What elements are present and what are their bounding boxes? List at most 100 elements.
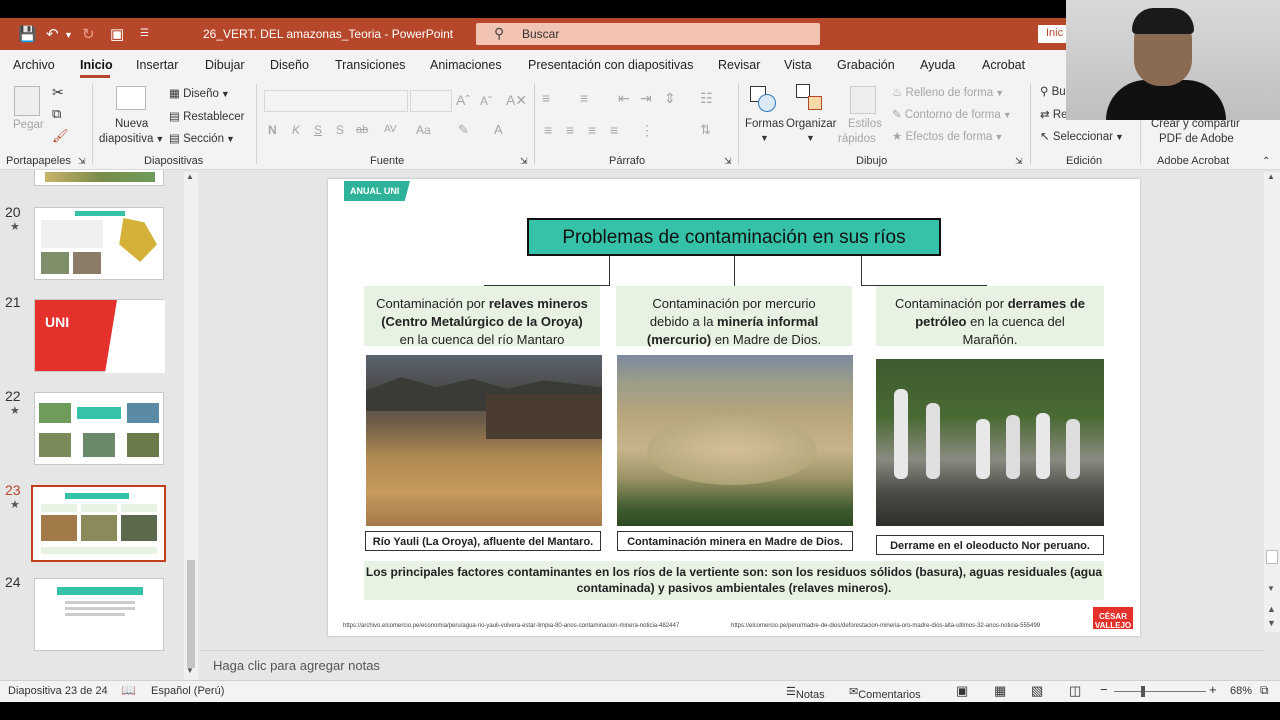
create-pdf-button[interactable]: PDF de Adobe [1159, 133, 1234, 145]
copy-icon[interactable]: ⧉ [52, 106, 61, 122]
increase-font-icon[interactable]: Aˆ [456, 92, 470, 108]
text-box-relaves[interactable]: Contaminación por relaves mineros (Centr… [364, 286, 600, 347]
scroll-down-icon[interactable]: ▼ [186, 666, 194, 675]
reading-view-icon[interactable]: ▧ [1031, 683, 1043, 699]
spacing-button[interactable]: AV [384, 124, 397, 135]
caption-madre-de-dios[interactable]: Contaminación minera en Madre de Dios. [617, 531, 853, 551]
italic-button[interactable]: K [292, 123, 300, 137]
text-box-mercurio[interactable]: Contaminación por mercurio debido a la m… [616, 286, 852, 347]
fit-to-window-icon[interactable]: ⧉ [1260, 683, 1269, 698]
new-slide-label-1[interactable]: Nueva [115, 118, 148, 130]
photo-madre-de-dios[interactable] [617, 355, 853, 526]
increase-indent-icon[interactable]: ⇥ [640, 90, 652, 107]
estilos-label-2[interactable]: rápidos [838, 133, 876, 145]
shape-effects-button[interactable]: ★ Efectos de forma ▼ [892, 129, 1003, 143]
source-link-2[interactable]: https://elcomercio.pe/peru/madre-de-dios… [731, 623, 1040, 629]
previous-slide-icon[interactable]: ▲ [1267, 604, 1276, 614]
scroll-up-icon[interactable]: ▲ [1267, 172, 1275, 181]
slide-sorter-icon[interactable]: ▦ [994, 683, 1006, 699]
reset-button[interactable]: ▤ Restablecer [169, 109, 244, 123]
notes-pane[interactable]: Haga clic para agregar notas [200, 650, 1264, 680]
dialog-launcher-icon[interactable]: ⇲ [520, 156, 528, 167]
tab-presentacion[interactable]: Presentación con diapositivas [528, 58, 693, 72]
tab-diseno[interactable]: Diseño [270, 58, 309, 72]
text-box-petroleo[interactable]: Contaminación por derrames de petróleo e… [876, 286, 1104, 347]
font-size-input[interactable] [410, 90, 452, 112]
search-box[interactable]: ⚲ Buscar [476, 23, 820, 45]
font-name-input[interactable] [264, 90, 408, 112]
section-button[interactable]: ▤ Sección ▼ [169, 131, 235, 145]
undo-icon[interactable]: ↶ [46, 25, 59, 43]
font-color-icon[interactable]: A [494, 122, 503, 137]
notes-button[interactable]: ☰ Notas [786, 685, 825, 701]
spellcheck-icon[interactable]: 📖 [121, 683, 136, 697]
language-indicator[interactable]: Español (Perú) [151, 685, 224, 697]
dialog-launcher-icon[interactable]: ⇲ [1015, 156, 1023, 167]
new-slide-icon[interactable] [116, 86, 146, 110]
tab-animaciones[interactable]: Animaciones [430, 58, 502, 72]
numbering-icon[interactable]: ≡ [580, 90, 588, 106]
present-from-start-icon[interactable]: ▣ [110, 25, 124, 43]
clear-format-icon[interactable]: A✕ [506, 92, 527, 109]
shape-outline-button[interactable]: ✎ Contorno de forma ▼ [892, 107, 1012, 121]
photo-rio-yauli[interactable] [366, 355, 602, 526]
shape-fill-button[interactable]: ♨ Relleno de forma ▼ [892, 85, 1004, 99]
thumbnail-slide-21[interactable]: UNI [34, 299, 165, 373]
underline-button[interactable]: S [314, 123, 322, 137]
format-painter-icon[interactable]: 🖌 [52, 128, 69, 144]
thumbnail-slide-23-selected[interactable] [31, 485, 166, 562]
normal-view-icon[interactable]: ▣ [956, 683, 968, 699]
columns-2-icon[interactable]: ⋮ [640, 122, 654, 139]
scrollbar-thumb[interactable] [187, 560, 195, 668]
tab-acrobat[interactable]: Acrobat [982, 58, 1025, 72]
tab-vista[interactable]: Vista [784, 58, 812, 72]
zoom-level[interactable]: 68% [1230, 685, 1252, 697]
collapse-ribbon-icon[interactable]: ⌃ [1262, 156, 1270, 167]
slide-scrollbar[interactable]: ▲ ▼ ▲ ▼ [1264, 172, 1280, 632]
shapes-icon[interactable] [750, 86, 776, 112]
tab-ayuda[interactable]: Ayuda [920, 58, 955, 72]
zoom-slider[interactable] [1114, 691, 1206, 692]
dialog-launcher-icon[interactable]: ⇲ [78, 156, 86, 167]
align-center-icon[interactable]: ≡ [566, 122, 574, 138]
bold-button[interactable]: N [268, 123, 277, 137]
tab-dibujar[interactable]: Dibujar [205, 58, 245, 72]
cut-icon[interactable]: ✂ [52, 84, 64, 101]
zoom-in-icon[interactable]: + [1209, 682, 1217, 697]
photo-derrame-oleoducto[interactable] [876, 359, 1104, 526]
customize-toolbar-icon[interactable]: ☰ [140, 28, 149, 39]
select-button[interactable]: ↖ Seleccionar ▼ [1040, 129, 1124, 143]
chevron-down-icon[interactable]: ▼ [806, 133, 815, 143]
strikethrough-button[interactable]: ab [356, 124, 368, 136]
arrange-icon[interactable] [796, 84, 824, 112]
align-left-icon[interactable]: ≡ [544, 122, 552, 138]
layout-button[interactable]: ▦ Diseño ▼ [169, 86, 230, 100]
tab-archivo[interactable]: Archivo [13, 58, 55, 72]
paste-button[interactable]: Pegar [13, 119, 44, 131]
slide-canvas[interactable]: ANUAL UNI Problemas de contaminación en … [328, 179, 1140, 636]
find-button[interactable]: ⚲ Bu [1040, 84, 1066, 98]
next-slide-icon[interactable]: ▼ [1267, 618, 1276, 628]
dialog-launcher-icon[interactable]: ⇲ [724, 156, 732, 167]
tab-grabacion[interactable]: Grabación [837, 58, 895, 72]
summary-text-box[interactable]: Los principales factores contaminantes e… [364, 561, 1104, 600]
bullets-icon[interactable]: ≡ [542, 90, 550, 106]
organizar-button[interactable]: Organizar [786, 118, 837, 130]
comments-button[interactable]: ✉ Comentarios [849, 685, 921, 701]
chevron-down-icon[interactable]: ▼ [760, 133, 769, 143]
formas-button[interactable]: Formas [745, 118, 784, 130]
columns-icon[interactable]: ☷ [700, 90, 713, 107]
change-case-button[interactable]: Aa [416, 123, 431, 137]
save-icon[interactable]: 💾 [18, 25, 37, 43]
decrease-font-icon[interactable]: Aˇ [480, 94, 492, 108]
align-right-icon[interactable]: ≡ [588, 122, 596, 138]
highlight-icon[interactable]: ✎ [458, 122, 469, 138]
tab-revisar[interactable]: Revisar [718, 58, 760, 72]
text-direction-icon[interactable]: ⇅ [700, 122, 711, 138]
source-link-1[interactable]: https://archivo.elcomercio.pe/economia/p… [343, 623, 679, 629]
estilos-label-1[interactable]: Estilos [848, 118, 882, 130]
thumbnail-partial[interactable] [34, 170, 164, 186]
justify-icon[interactable]: ≡ [610, 122, 618, 138]
thumbnail-scrollbar[interactable]: ▲ ▼ [184, 172, 198, 680]
tab-transiciones[interactable]: Transiciones [335, 58, 405, 72]
